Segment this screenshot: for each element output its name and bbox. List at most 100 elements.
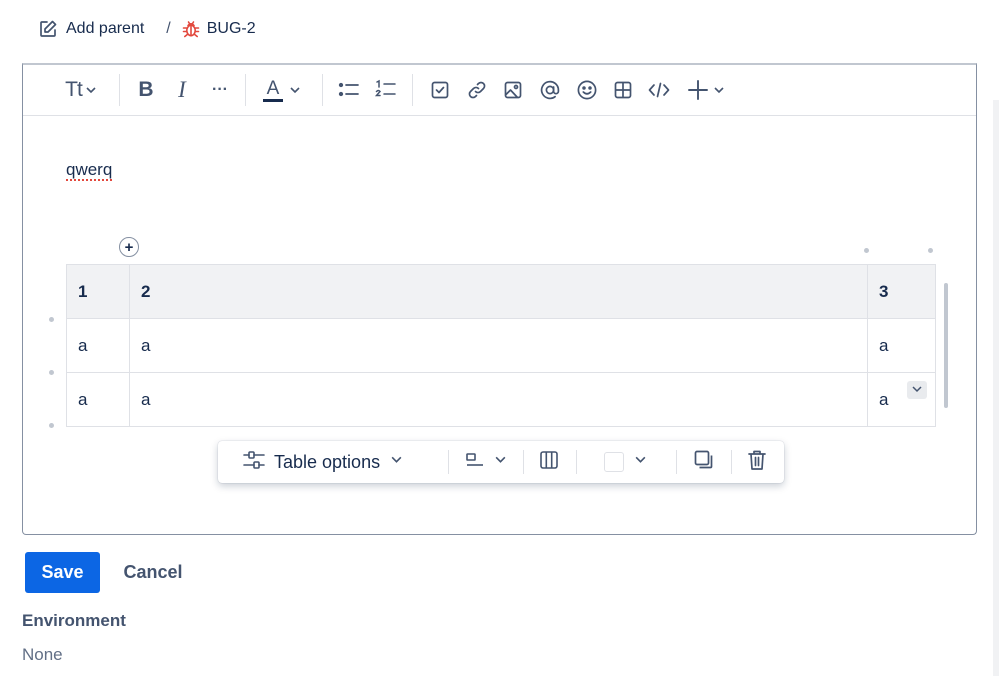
toolbar-divider [412, 74, 413, 106]
copy-icon [693, 449, 715, 476]
image-icon [503, 80, 523, 100]
table-cell[interactable]: a [129, 318, 868, 373]
table-cell[interactable]: a [66, 318, 130, 373]
toolbar-divider [676, 450, 677, 474]
code-icon [648, 80, 670, 100]
more-icon: ··· [212, 81, 228, 98]
distribute-columns-button[interactable] [538, 447, 560, 477]
insert-more-dropdown[interactable] [683, 74, 729, 106]
toolbar-divider [448, 450, 449, 474]
cancel-button[interactable]: Cancel [112, 552, 194, 593]
table-button[interactable] [609, 74, 637, 106]
chevron-down-icon [390, 453, 403, 471]
column-control-dot[interactable] [928, 248, 933, 253]
toolbar-divider [322, 74, 323, 106]
edit-icon [38, 19, 58, 39]
table-alignment-dropdown[interactable] [464, 447, 507, 477]
add-parent-label: Add parent [66, 20, 145, 37]
table-header-cell[interactable]: 2 [129, 264, 868, 319]
checkbox-icon [430, 80, 450, 100]
plus-icon [687, 79, 709, 101]
trash-icon [747, 449, 767, 476]
toolbar-divider [576, 450, 577, 474]
table-icon [613, 80, 633, 100]
environment-value[interactable]: None [22, 645, 63, 665]
cell-options-button[interactable] [907, 381, 927, 399]
cell-background-dropdown[interactable] [604, 447, 647, 477]
text-style-dropdown[interactable]: Tt [59, 74, 103, 106]
chevron-down-icon [713, 84, 725, 96]
text-color-letter: A [266, 77, 280, 99]
chevron-down-icon [289, 84, 301, 96]
chevron-down-icon [634, 453, 647, 471]
environment-label: Environment [22, 611, 126, 630]
toolbar-divider [245, 74, 246, 106]
toolbar-divider [731, 450, 732, 474]
emoji-button[interactable] [573, 74, 601, 106]
chevron-down-icon [911, 380, 923, 400]
table-row: a a a [66, 318, 936, 373]
color-swatch [604, 452, 624, 472]
add-parent-link[interactable]: Add parent [38, 19, 144, 39]
toolbar-divider [119, 74, 120, 106]
insert-column-button[interactable]: + [119, 237, 139, 257]
chevron-down-icon [494, 453, 507, 471]
table-cell[interactable]: a [66, 372, 130, 427]
editor-paragraph[interactable]: qwerq [66, 160, 112, 180]
plus-icon: + [124, 238, 134, 256]
emoji-icon [576, 79, 598, 101]
code-block-button[interactable] [645, 74, 673, 106]
text-color-dropdown[interactable]: A [259, 74, 305, 106]
table-cell[interactable]: a [867, 318, 936, 373]
table-header-row: 1 2 3 [66, 264, 936, 319]
chevron-down-icon [85, 84, 97, 96]
bold-button[interactable]: B [133, 74, 159, 106]
table-options-dropdown[interactable]: Table options [242, 447, 403, 477]
editor-table: 1 2 3 a a a a a a [66, 264, 936, 427]
bullet-list-icon [338, 80, 360, 100]
table-options-label: Table options [274, 451, 381, 472]
issue-key-link[interactable]: BUG-2 [181, 19, 256, 39]
table-cell[interactable]: a [129, 372, 868, 427]
bullet-list-button[interactable] [335, 74, 363, 106]
editor-toolbar: Tt B I ··· A [23, 65, 976, 116]
table-header-cell[interactable]: 3 [867, 264, 936, 319]
breadcrumb-separator: / [166, 20, 171, 37]
align-left-icon [464, 450, 486, 475]
more-formatting-button[interactable]: ··· [205, 74, 235, 106]
numbered-list-icon [375, 79, 397, 101]
row-control-dot[interactable] [49, 370, 54, 375]
page-scrollbar[interactable] [993, 100, 999, 676]
table-scrollbar[interactable] [944, 283, 948, 408]
text-style-label: Tt [65, 78, 83, 101]
table-floating-toolbar: Table options [218, 441, 784, 483]
row-control-dot[interactable] [49, 317, 54, 322]
action-item-button[interactable] [426, 74, 454, 106]
bug-icon [181, 19, 201, 39]
table-row: a a a [66, 372, 936, 427]
description-editor: Tt B I ··· A qwerq + 1 2 3 a a a a a a T… [22, 63, 977, 535]
columns-icon [538, 449, 560, 476]
toolbar-divider [523, 450, 524, 474]
mention-button[interactable] [536, 74, 564, 106]
issue-key-label: BUG-2 [206, 20, 256, 37]
column-control-dot[interactable] [864, 248, 869, 253]
text-color-icon: A [263, 79, 283, 102]
copy-table-button[interactable] [693, 447, 715, 477]
italic-icon: I [178, 77, 186, 102]
italic-button[interactable]: I [169, 74, 195, 106]
breadcrumb: Add parent / BUG-2 [38, 16, 256, 42]
table-cell-selected[interactable]: a [867, 372, 936, 427]
row-control-dot[interactable] [49, 423, 54, 428]
bold-icon: B [138, 78, 154, 101]
delete-table-button[interactable] [747, 447, 767, 477]
image-button[interactable] [499, 74, 527, 106]
text-color-bar [263, 98, 283, 102]
numbered-list-button[interactable] [372, 74, 400, 106]
table-header-cell[interactable]: 1 [66, 264, 130, 319]
link-icon [467, 80, 487, 100]
table-options-icon [242, 449, 266, 476]
link-button[interactable] [463, 74, 491, 106]
save-button[interactable]: Save [25, 552, 100, 593]
at-sign-icon [539, 79, 561, 101]
